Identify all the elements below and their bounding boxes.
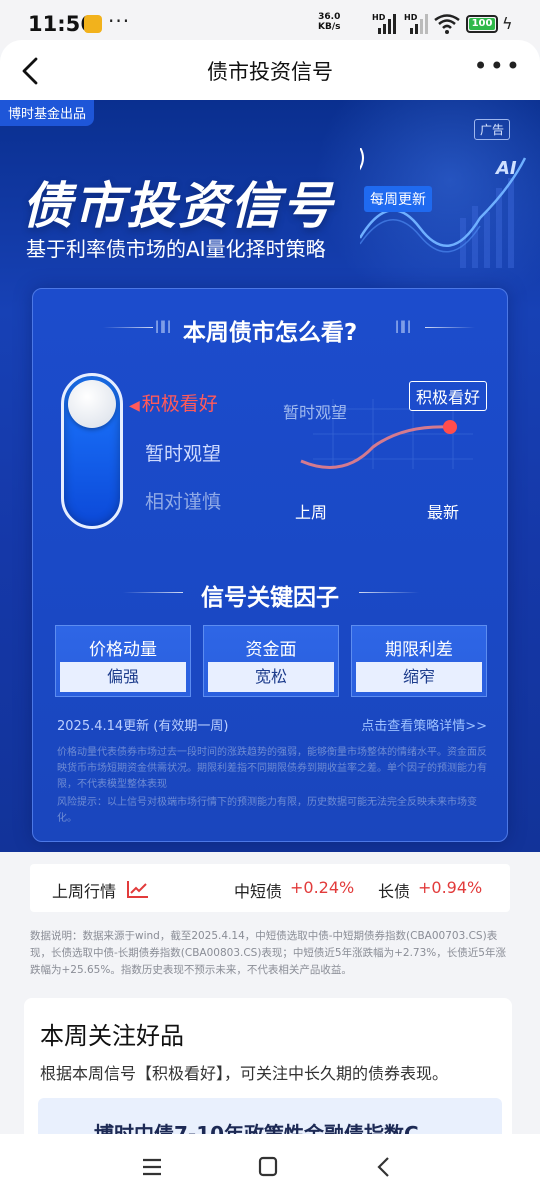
- factor-value: 缩窄: [356, 662, 482, 692]
- data-disclaimer: 数据说明：数据来源于wind，截至2025.4.14，中短债选取中债-中短期债券…: [30, 930, 506, 976]
- option-cautious: 相对谨慎: [145, 491, 222, 513]
- app-notification-icon: [84, 15, 102, 33]
- divider-line: [425, 327, 475, 328]
- toggle-knob: [68, 380, 116, 428]
- factors-grid: 价格动量 偏强 资金面 宽松 期限利差 缩窄: [55, 625, 487, 699]
- market-item-name: 长债: [378, 882, 411, 901]
- factor-name: 价格动量: [89, 640, 157, 660]
- recommend-title: 本周关注好品: [40, 1022, 184, 1050]
- factor-value: 宽松: [208, 662, 334, 692]
- last-week-market[interactable]: 上周行情 中短债 +0.24% 长债 +0.94%: [30, 864, 510, 912]
- network-speed-value: 36.0: [318, 12, 341, 22]
- more-horizontal-icon[interactable]: •••: [474, 52, 522, 80]
- update-date: 2025.4.14更新 (有效期一周): [57, 719, 229, 734]
- risk-note: 风险提示：以上信号对极端市场行情下的预测能力有限，历史数据可能无法完全反映未来市…: [57, 797, 477, 824]
- hero-subtitle: 基于利率债市场的AI量化择时策略: [26, 237, 326, 261]
- factor-name: 资金面: [245, 640, 297, 660]
- market-item-value: +0.24%: [290, 878, 355, 897]
- factor-note: 价格动量代表债券市场过去一段时间的涨跌趋势的强弱，能够衡量市场整体的情绪水平。资…: [57, 747, 487, 790]
- trend-line: [300, 425, 450, 469]
- weekly-update-badge: 每周更新: [364, 186, 432, 212]
- signal-icon-2: [410, 14, 428, 34]
- factor-card-momentum: 价格动量 偏强: [55, 625, 191, 697]
- market-item-name: 中短债: [234, 882, 283, 901]
- factor-card-term-spread: 期限利差 缩窄: [351, 625, 487, 697]
- battery-level: 100: [469, 18, 495, 30]
- signal-toggle: [61, 373, 123, 529]
- divider-line: [359, 592, 419, 593]
- factor-name: 期限利差: [385, 640, 453, 660]
- trend-point-tag: 积极看好: [409, 381, 488, 411]
- factor-value: 偏强: [60, 662, 186, 692]
- recommend-section: 本周关注好品 根据本周信号【积极看好】，可关注中长久期的债券表现。 博时中债7-…: [24, 998, 512, 1158]
- factors-section-title: 信号关键因子: [201, 585, 339, 611]
- network-speed-unit: KB/s: [318, 22, 341, 32]
- page-title: 债市投资信号: [207, 60, 333, 84]
- option-wait: 暂时观望: [145, 443, 222, 465]
- signal-card: |‖| 本周债市怎么看? |‖| ◀ 积极看好 暂时观望 相对谨慎 暂时观望 积极…: [32, 288, 508, 842]
- factor-card-liquidity: 资金面 宽松: [203, 625, 339, 697]
- hero-title: 债市投资信号: [22, 177, 334, 235]
- signal-section-title: 本周债市怎么看?: [182, 320, 358, 346]
- network-speed: 36.0 KB/s: [318, 12, 340, 32]
- home-icon[interactable]: [248, 1152, 288, 1182]
- option-positive: ◀ 积极看好: [129, 389, 218, 416]
- recommend-desc: 根据本周信号【积极看好】，可关注中长久期的债券表现。: [40, 1064, 449, 1083]
- title-bar: 债市投资信号 •••: [0, 40, 540, 100]
- ai-badge: AI: [496, 158, 517, 179]
- battery-icon: 100: [466, 15, 498, 33]
- hero-banner: 博时基金出品 广告 AI 债市投资信号 每周更新 基于利率债市场的AI量化择时策…: [0, 100, 540, 852]
- brand-tag: 博时基金出品: [0, 100, 95, 126]
- more-dots-icon: ···: [108, 9, 131, 33]
- last-week-label: 上周行情: [52, 882, 117, 901]
- menu-icon[interactable]: [132, 1152, 172, 1182]
- system-nav-bar: [0, 1134, 540, 1200]
- back-icon[interactable]: [364, 1152, 404, 1182]
- selected-arrow-icon: ◀: [129, 398, 140, 414]
- trend-x-label-latest: 最新: [427, 503, 460, 522]
- trend-x-label-prev: 上周: [295, 503, 328, 522]
- trend-up-icon: [127, 881, 148, 898]
- option-positive-label: 积极看好: [141, 393, 218, 415]
- ad-tag: 广告: [473, 119, 510, 140]
- wifi-icon: [434, 14, 460, 34]
- signal-icon: [378, 14, 396, 34]
- strategy-detail-link[interactable]: 点击查看策略详情>>: [361, 715, 487, 734]
- trend-point-latest: [443, 420, 457, 434]
- charging-icon: ϟ: [502, 14, 513, 33]
- sound-bars-icon: |‖|: [395, 319, 413, 333]
- market-item-value: +0.94%: [418, 878, 483, 897]
- trend-y-label: 暂时观望: [283, 403, 348, 422]
